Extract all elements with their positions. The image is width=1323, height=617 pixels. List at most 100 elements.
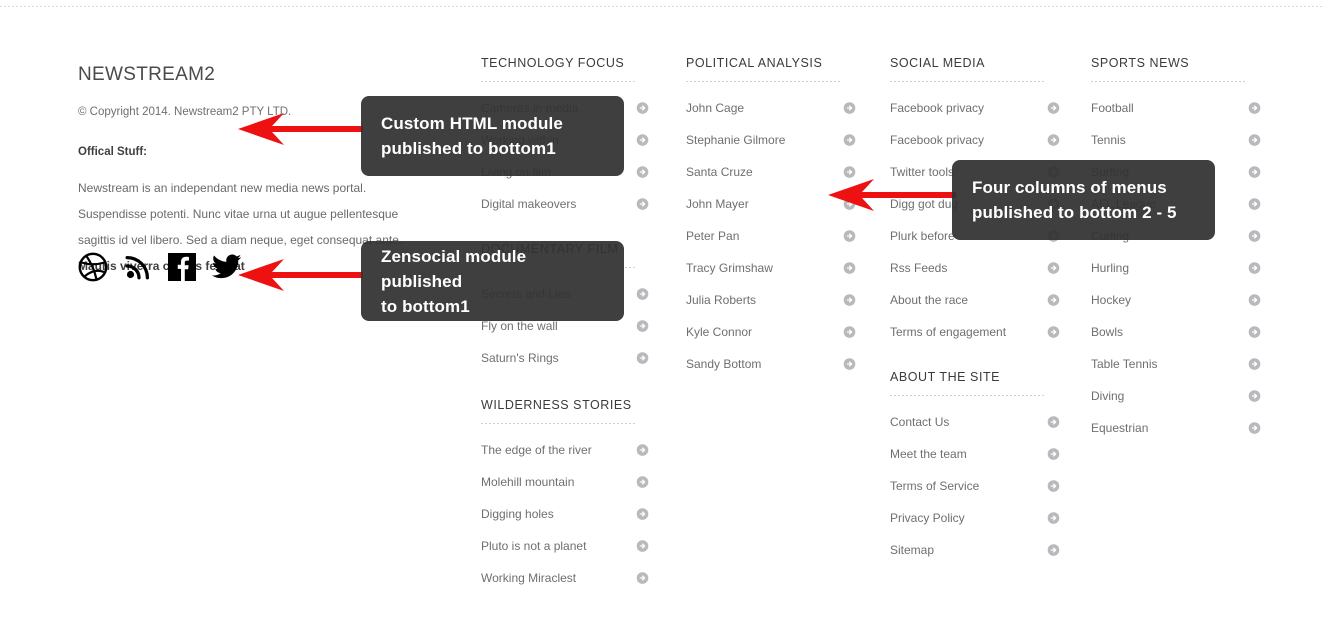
about-paragraph-plain: Newstream is an independant new media ne… bbox=[78, 181, 403, 247]
menu-item[interactable]: Football bbox=[1091, 92, 1261, 124]
menu-item-label: Bowls bbox=[1091, 325, 1124, 339]
menu-item[interactable]: Tennis bbox=[1091, 124, 1261, 156]
arrow-circle-icon bbox=[1047, 134, 1060, 147]
arrow-circle-icon bbox=[636, 198, 649, 211]
facebook-icon[interactable] bbox=[168, 253, 196, 286]
arrow-circle-icon bbox=[843, 102, 856, 115]
menu-item[interactable]: Sitemap bbox=[890, 534, 1060, 566]
menu-item[interactable]: Facebook privacy bbox=[890, 124, 1060, 156]
arrow-circle-icon bbox=[636, 352, 649, 365]
rss-icon[interactable] bbox=[124, 253, 152, 286]
callout-text: Custom HTML module published to bottom1 bbox=[381, 111, 563, 161]
arrow-circle-icon bbox=[1248, 358, 1261, 371]
menu-item-label: Pluto is not a planet bbox=[481, 539, 587, 553]
arrow-circle-icon bbox=[636, 572, 649, 585]
menu-item[interactable]: Diving bbox=[1091, 380, 1261, 412]
menu-list-political: John Cage Stephanie Gilmore Santa Cruze … bbox=[686, 92, 866, 380]
arrow-circle-icon bbox=[1047, 544, 1060, 557]
menu-item[interactable]: Terms of Service bbox=[890, 470, 1060, 502]
annotation-arrow-left-2 bbox=[238, 258, 363, 292]
arrow-circle-icon bbox=[843, 358, 856, 371]
menu-item-label: Terms of Service bbox=[890, 479, 980, 493]
menu-column-wilderness: WILDERNESS STORIES The edge of the river… bbox=[481, 397, 661, 594]
callout-text: Zensocial module published to bottom1 bbox=[381, 244, 604, 319]
arrow-circle-icon bbox=[1248, 390, 1261, 403]
menu-item-label: John Mayer bbox=[686, 197, 749, 211]
menu-item-label: Meet the team bbox=[890, 447, 967, 461]
top-divider bbox=[0, 6, 1323, 7]
menu-item[interactable]: Meet the team bbox=[890, 438, 1060, 470]
menu-item-label: Peter Pan bbox=[686, 229, 740, 243]
arrow-circle-icon bbox=[1248, 230, 1261, 243]
menu-list-wilderness: The edge of the river Molehill mountain … bbox=[481, 434, 661, 594]
menu-item[interactable]: Pluto is not a planet bbox=[481, 530, 649, 562]
menu-item[interactable]: Peter Pan bbox=[686, 220, 856, 252]
column-heading-rule bbox=[686, 81, 841, 82]
menu-item[interactable]: Terms of engagement bbox=[890, 316, 1060, 348]
menu-item-label: Santa Cruze bbox=[686, 165, 753, 179]
arrow-circle-icon bbox=[636, 508, 649, 521]
menu-item-label: Hockey bbox=[1091, 293, 1132, 307]
menu-item[interactable]: Bowls bbox=[1091, 316, 1261, 348]
menu-item[interactable]: Working Miraclest bbox=[481, 562, 649, 594]
column-heading-rule bbox=[890, 395, 1045, 396]
arrow-circle-icon bbox=[843, 326, 856, 339]
menu-item[interactable]: Hurling bbox=[1091, 252, 1261, 284]
menu-item-label: Working Miraclest bbox=[481, 571, 577, 585]
column-heading-rule bbox=[890, 81, 1045, 82]
menu-item[interactable]: Sandy Bottom bbox=[686, 348, 856, 380]
callout-four-columns: Four columns of menus published to botto… bbox=[952, 160, 1215, 240]
menu-item-label: Football bbox=[1091, 101, 1134, 115]
menu-item[interactable]: Facebook privacy bbox=[890, 92, 1060, 124]
arrow-circle-icon bbox=[1248, 198, 1261, 211]
dribbble-icon[interactable] bbox=[78, 252, 108, 287]
menu-item[interactable]: Molehill mountain bbox=[481, 466, 649, 498]
menu-item[interactable]: Saturn's Rings bbox=[481, 342, 649, 374]
menu-item-label: The edge of the river bbox=[481, 443, 592, 457]
menu-item-label: Digging holes bbox=[481, 507, 554, 521]
menu-item[interactable]: Privacy Policy bbox=[890, 502, 1060, 534]
menu-item[interactable]: About the race bbox=[890, 284, 1060, 316]
arrow-circle-icon bbox=[1047, 326, 1060, 339]
arrow-circle-icon bbox=[1248, 422, 1261, 435]
menu-item-label: Digital makeovers bbox=[481, 197, 577, 211]
menu-item-label: John Cage bbox=[686, 101, 745, 115]
menu-item[interactable]: Tracy Grimshaw bbox=[686, 252, 856, 284]
menu-item[interactable]: The edge of the river bbox=[481, 434, 649, 466]
menu-list-sports: Football Tennis Surfing AFL League Curli… bbox=[1091, 92, 1271, 444]
menu-item-label: Sitemap bbox=[890, 543, 935, 557]
callout-zensocial-module: Zensocial module published to bottom1 bbox=[361, 241, 624, 321]
menu-item[interactable]: Hockey bbox=[1091, 284, 1261, 316]
column-heading-rule bbox=[481, 423, 636, 424]
arrow-circle-icon bbox=[636, 476, 649, 489]
arrow-circle-icon bbox=[1047, 294, 1060, 307]
menu-item-label: Privacy Policy bbox=[890, 511, 965, 525]
menu-item-label: Stephanie Gilmore bbox=[686, 133, 786, 147]
menu-item[interactable]: Kyle Connor bbox=[686, 316, 856, 348]
menu-item[interactable]: Contact Us bbox=[890, 406, 1060, 438]
menu-item[interactable]: Rss Feeds bbox=[890, 252, 1060, 284]
menu-item[interactable]: Table Tennis bbox=[1091, 348, 1261, 380]
menu-list-about: Contact Us Meet the team Terms of Servic… bbox=[890, 406, 1070, 566]
menu-item[interactable]: Digital makeovers bbox=[481, 188, 649, 220]
menu-item-label: Tennis bbox=[1091, 133, 1126, 147]
menu-item[interactable]: John Cage bbox=[686, 92, 856, 124]
arrow-circle-icon bbox=[843, 166, 856, 179]
column-heading-political: POLITICAL ANALYSIS bbox=[686, 56, 823, 70]
menu-item[interactable]: Digging holes bbox=[481, 498, 649, 530]
arrow-circle-icon bbox=[1047, 262, 1060, 275]
menu-item[interactable]: Equestrian bbox=[1091, 412, 1261, 444]
footer-page: NEWSTREAM2 © Copyright 2014. Newstream2 … bbox=[0, 0, 1323, 617]
column-heading-wilderness: WILDERNESS STORIES bbox=[481, 398, 632, 412]
arrow-circle-icon bbox=[1248, 326, 1261, 339]
menu-item-label: Equestrian bbox=[1091, 421, 1149, 435]
callout-line-2: published to bottom1 bbox=[381, 139, 556, 158]
menu-item[interactable]: Stephanie Gilmore bbox=[686, 124, 856, 156]
arrow-circle-icon bbox=[636, 444, 649, 457]
callout-custom-html-module: Custom HTML module published to bottom1 bbox=[361, 96, 624, 176]
arrow-circle-icon bbox=[1047, 448, 1060, 461]
menu-item[interactable]: Julia Roberts bbox=[686, 284, 856, 316]
callout-line-2: published to bottom 2 - 5 bbox=[972, 203, 1177, 222]
menu-item-label: Hurling bbox=[1091, 261, 1130, 275]
column-heading-about: ABOUT THE SITE bbox=[890, 370, 1001, 384]
